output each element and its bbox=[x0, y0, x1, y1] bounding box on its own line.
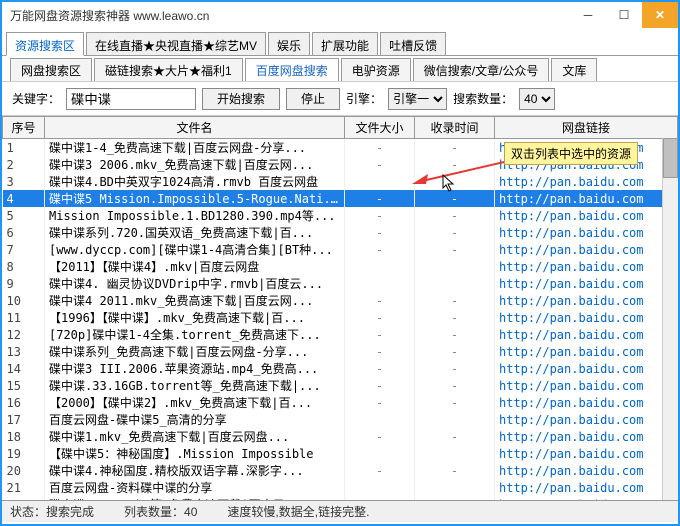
results-table[interactable]: 序号 文件名 文件大小 收录时间 网盘链接 1碟中谍1-4_免费高速下载|百度云… bbox=[2, 116, 678, 500]
col-name[interactable]: 文件名 bbox=[45, 117, 345, 139]
sub-tab[interactable]: 百度网盘搜索 bbox=[245, 58, 339, 81]
table-row[interactable]: 20碟中谍4.神秘国度.精校版双语字幕.深影字...--http://pan.b… bbox=[3, 462, 678, 479]
table-row[interactable]: 14碟中谍3 III.2006.苹果资源站.mp4_免费高...--http:/… bbox=[3, 360, 678, 377]
col-size[interactable]: 文件大小 bbox=[345, 117, 415, 139]
sub-tab[interactable]: 电驴资源 bbox=[341, 58, 411, 81]
table-row[interactable]: 11【1996】【碟中谍】.mkv_免费高速下载|百...--http://pa… bbox=[3, 309, 678, 326]
status-bar: 状态：搜索完成 列表数量：40 速度较慢,数据全,链接完整. bbox=[2, 500, 678, 522]
table-row[interactable]: 13碟中谍系列_免费高速下载|百度云网盘-分享...--http://pan.b… bbox=[3, 343, 678, 360]
table-row[interactable]: 5Mission Impossible.1.BD1280.390.mp4等...… bbox=[3, 207, 678, 224]
close-button[interactable]: ✕ bbox=[642, 2, 678, 28]
main-tab[interactable]: 扩展功能 bbox=[312, 32, 378, 55]
table-row[interactable]: 8 【2011】【碟中谍4】.mkv|百度云网盘http://pan.baidu… bbox=[3, 258, 678, 275]
table-row[interactable]: 9碟中谍4. 幽灵协议DVDrip中字.rmvb|百度云...http://pa… bbox=[3, 275, 678, 292]
table-row[interactable]: 22碟中谍2 21G.mkv等_免费高速下载|百度云...--http://pa… bbox=[3, 496, 678, 500]
table-row[interactable]: 16【2000】【碟中谍2】.mkv_免费高速下载|百...--http://p… bbox=[3, 394, 678, 411]
engine-select[interactable]: 引擎一 bbox=[388, 88, 447, 110]
scroll-thumb[interactable] bbox=[663, 138, 678, 178]
table-row[interactable]: 12[720p]碟中谍1-4全集.torrent_免费高速下...--http:… bbox=[3, 326, 678, 343]
table-row[interactable]: 17 百度云网盘-碟中谍5_高清的分享http://pan.baidu.com bbox=[3, 411, 678, 428]
search-bar: 关键字： 开始搜索 停止 引擎： 引擎一 搜索数量： 40 bbox=[2, 82, 678, 116]
col-link[interactable]: 网盘链接 bbox=[495, 117, 678, 139]
stop-button[interactable]: 停止 bbox=[286, 88, 340, 110]
app-title: 万能网盘资源搜索神器 www.leawo.cn bbox=[10, 7, 209, 24]
maximize-button[interactable]: ☐ bbox=[606, 2, 642, 28]
sub-tab[interactable]: 文库 bbox=[551, 58, 597, 81]
sub-tabs: 网盘搜索区磁链搜索★大片★福利1百度网盘搜索电驴资源微信搜索/文章/公众号文库 bbox=[2, 56, 678, 82]
table-row[interactable]: 18碟中谍1.mkv_免费高速下载|百度云网盘...--http://pan.b… bbox=[3, 428, 678, 445]
count-select[interactable]: 40 bbox=[519, 88, 555, 110]
vertical-scrollbar[interactable] bbox=[662, 138, 678, 500]
table-row[interactable]: 3碟中谍4.BD中英双字1024高清.rmvb 百度云网盘http://pan.… bbox=[3, 173, 678, 190]
table-row[interactable]: 19【碟中谍5：神秘国度】.Mission Impossiblehttp://p… bbox=[3, 445, 678, 462]
main-tab[interactable]: 娱乐 bbox=[268, 32, 310, 55]
col-seq[interactable]: 序号 bbox=[3, 117, 45, 139]
main-tab[interactable]: 吐槽反馈 bbox=[380, 32, 446, 55]
sub-tab[interactable]: 微信搜索/文章/公众号 bbox=[413, 58, 550, 81]
table-row[interactable]: 21 百度云网盘-资料碟中谍的分享http://pan.baidu.com bbox=[3, 479, 678, 496]
table-row[interactable]: 7[www.dyccp.com][碟中谍1-4高清合集][BT种...--htt… bbox=[3, 241, 678, 258]
minimize-button[interactable]: ─ bbox=[570, 2, 606, 28]
table-row[interactable]: 10碟中谍4 2011.mkv_免费高速下载|百度云网...--http://p… bbox=[3, 292, 678, 309]
results-table-wrap: 序号 文件名 文件大小 收录时间 网盘链接 1碟中谍1-4_免费高速下载|百度云… bbox=[2, 116, 678, 500]
main-tab[interactable]: 资源搜索区 bbox=[6, 32, 84, 56]
main-tabs: 资源搜索区在线直播★央视直播★综艺MV娱乐扩展功能吐槽反馈 bbox=[2, 28, 678, 56]
keyword-input[interactable] bbox=[66, 88, 196, 110]
count-label: 搜索数量： bbox=[453, 90, 513, 107]
engine-label: 引擎： bbox=[346, 90, 382, 107]
main-tab[interactable]: 在线直播★央视直播★综艺MV bbox=[86, 32, 266, 55]
tooltip: 双击列表中选中的资源 bbox=[504, 142, 638, 165]
sub-tab[interactable]: 磁链搜索★大片★福利1 bbox=[94, 58, 243, 81]
start-search-button[interactable]: 开始搜索 bbox=[202, 88, 280, 110]
keyword-label: 关键字： bbox=[12, 90, 60, 107]
col-time[interactable]: 收录时间 bbox=[415, 117, 495, 139]
sub-tab[interactable]: 网盘搜索区 bbox=[10, 58, 92, 81]
table-row[interactable]: 6碟中谍系列.720.国英双语_免费高速下载|百...--http://pan.… bbox=[3, 224, 678, 241]
table-row[interactable]: 4碟中谍5 Mission.Impossible.5-Rogue.Nati...… bbox=[3, 190, 678, 207]
title-bar: 万能网盘资源搜索神器 www.leawo.cn ─ ☐ ✕ bbox=[2, 2, 678, 28]
table-row[interactable]: 15碟中谍.33.16GB.torrent等_免费高速下载|...--http:… bbox=[3, 377, 678, 394]
